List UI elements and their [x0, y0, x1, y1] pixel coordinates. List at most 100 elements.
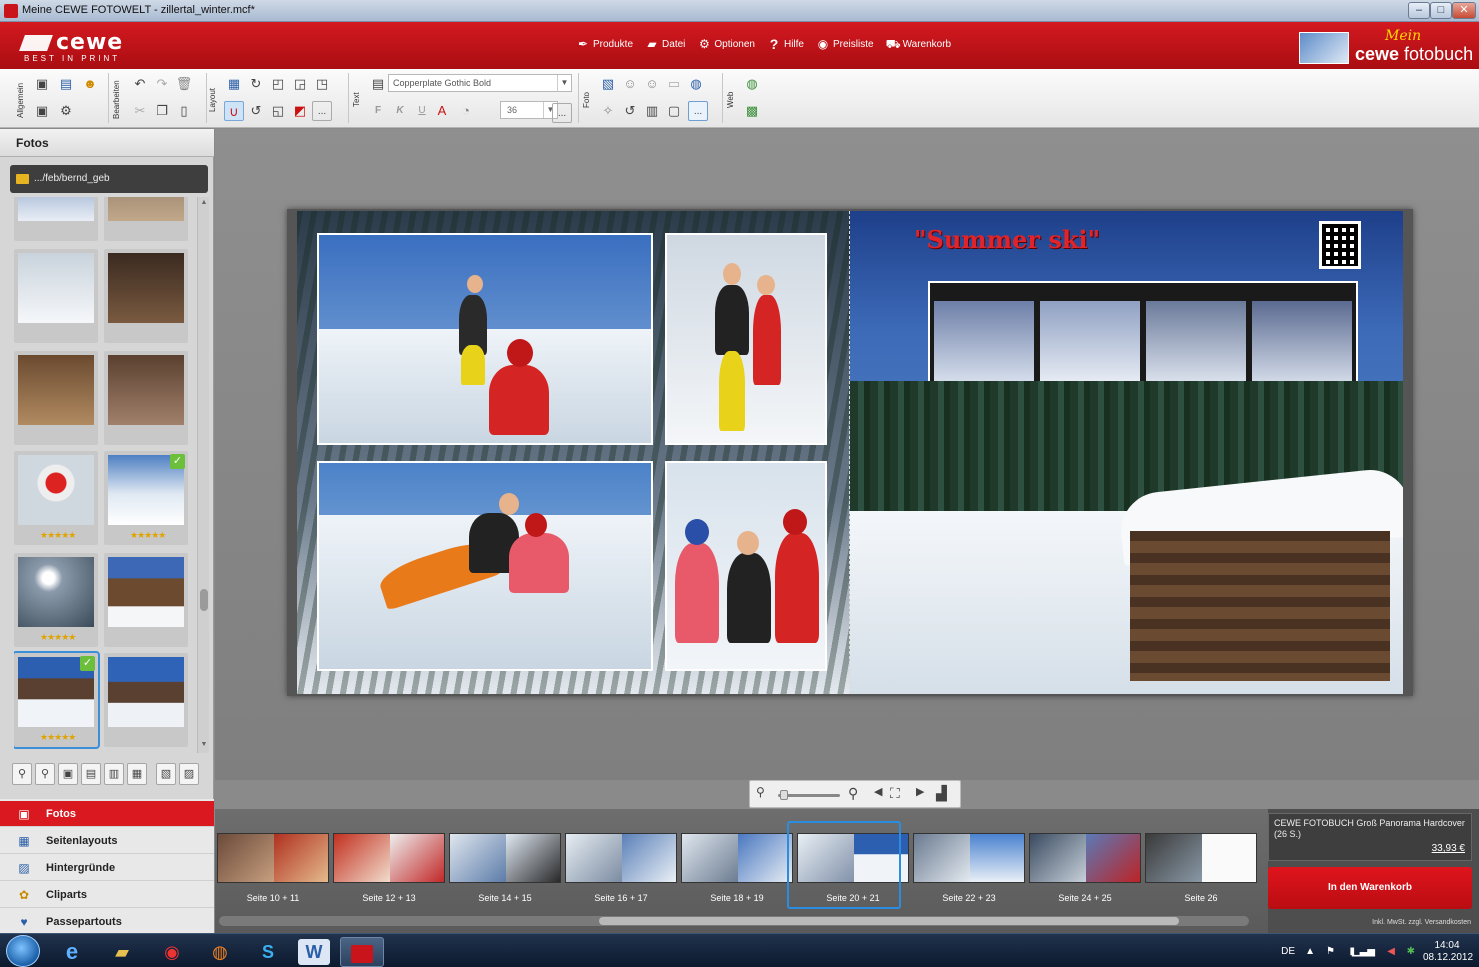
photo-thumbnail[interactable]	[104, 553, 188, 647]
menu-preisliste[interactable]: ◉ Preisliste	[816, 38, 874, 50]
settings-icon[interactable]: ⚙	[56, 101, 76, 121]
show-hidden-icons-icon[interactable]: ▲	[1305, 946, 1315, 957]
photo-frame[interactable]	[317, 461, 653, 671]
spread-thumbnail[interactable]	[217, 833, 329, 883]
more-layout-button[interactable]: ...	[312, 101, 332, 121]
language-indicator[interactable]: DE	[1281, 946, 1295, 957]
red-eye-icon[interactable]: ☺	[642, 74, 662, 94]
scrollbar-thumb[interactable]	[599, 917, 1179, 925]
photo-frame[interactable]	[665, 461, 827, 671]
skype-icon[interactable]: S	[246, 937, 290, 967]
volume-icon[interactable]: ◀	[1387, 946, 1395, 957]
photo-thumbnail[interactable]	[104, 653, 188, 747]
previous-page-icon[interactable]: ◀	[874, 785, 882, 798]
clock[interactable]: 14:04 08.12.2012	[1423, 940, 1473, 964]
paste-icon[interactable]: ▯	[174, 101, 194, 121]
add-to-cart-button[interactable]: In den Warenkorb	[1268, 867, 1472, 909]
user-icon[interactable]: ☻	[80, 74, 100, 94]
copy-icon[interactable]: ❐	[152, 101, 172, 121]
fullscreen-icon[interactable]: ⛶	[890, 785, 900, 802]
firefox-icon[interactable]: ◍	[198, 937, 242, 967]
photo-thumbnail[interactable]: ★★★★★	[14, 553, 98, 647]
remove-frame-icon[interactable]: ◩	[290, 101, 310, 121]
network-icon[interactable]: ▁▃▅	[1352, 946, 1375, 957]
next-page-icon[interactable]: ▶	[916, 785, 924, 798]
scroll-up-icon[interactable]: ▲	[198, 199, 210, 209]
chrome-icon[interactable]: ◉	[150, 937, 194, 967]
file-explorer-icon[interactable]: ▰	[100, 937, 144, 967]
photo-frame[interactable]	[665, 233, 827, 445]
zoom-in-icon[interactable]: ⚲	[848, 785, 858, 802]
photo-icon[interactable]: ▧	[598, 74, 618, 94]
font-color-icon[interactable]: A	[432, 101, 452, 121]
menu-datei[interactable]: ▰ Datei	[645, 38, 685, 50]
page-view-icon[interactable]: ▟	[936, 785, 947, 802]
undo-icon[interactable]: ↶	[130, 74, 150, 94]
more-text-button[interactable]: ...	[552, 103, 572, 123]
arrange-icon[interactable]: ◲	[290, 74, 310, 94]
photo-thumbnail[interactable]	[14, 249, 98, 343]
photo-thumbnail[interactable]: ✓ ★★★★★	[104, 451, 188, 545]
view-detail-icon[interactable]: ▥	[104, 763, 124, 785]
maximize-button[interactable]: □	[1430, 2, 1452, 19]
photo-thumbnail[interactable]	[104, 351, 188, 445]
thumbnail-scrollbar[interactable]: ▲ ▼	[197, 197, 209, 753]
bold-button[interactable]: F	[368, 101, 388, 121]
new-project-icon[interactable]: ▤	[56, 74, 76, 94]
font-size-select[interactable]: 36 ▼	[500, 101, 558, 119]
category-hintergruende[interactable]: ▨ Hintergründe	[0, 855, 214, 881]
view-grid-icon[interactable]: ▦	[127, 763, 147, 785]
spread-thumbnail[interactable]	[1029, 833, 1141, 883]
photo-thumbnail[interactable]	[104, 249, 188, 343]
spread-thumbnail[interactable]	[913, 833, 1025, 883]
editor-canvas[interactable]: "Summer ski" ⚲ ⚲ ◀ ⛶ ▶ ▟	[215, 129, 1479, 808]
page-title[interactable]: "Summer ski"	[914, 225, 1100, 254]
menu-produkte[interactable]: ✒ Produkte	[576, 38, 633, 50]
grid-icon[interactable]: ▦	[224, 74, 244, 94]
text-effects-icon[interactable]: ◔	[456, 101, 476, 121]
align-icon[interactable]: ◳	[312, 74, 332, 94]
rotate-photo-icon[interactable]: ↺	[620, 101, 640, 121]
product-price[interactable]: 33,93 €	[1432, 843, 1465, 854]
rotate-icon[interactable]: ↻	[246, 74, 266, 94]
print-icon[interactable]: ▭	[664, 74, 684, 94]
scroll-down-icon[interactable]: ▼	[198, 741, 210, 751]
delete-icon[interactable]: 🗑	[174, 74, 194, 94]
border-icon[interactable]: ▢	[664, 101, 684, 121]
import-photos-icon[interactable]: ▨	[179, 763, 199, 785]
view-list-icon[interactable]: ▤	[81, 763, 101, 785]
frame-icon[interactable]: ▥	[642, 101, 662, 121]
redo-icon[interactable]: ↷	[152, 74, 172, 94]
save-as-icon[interactable]: ▣	[32, 101, 52, 121]
photo-thumbnail[interactable]	[14, 197, 98, 241]
cut-icon[interactable]: ✂	[130, 101, 150, 121]
enhance-icon[interactable]: ✧	[598, 101, 618, 121]
globe-icon[interactable]: ◍	[686, 74, 706, 94]
photo-thumbnail[interactable]: ★★★★★	[14, 451, 98, 545]
book-spread[interactable]: "Summer ski"	[287, 209, 1413, 696]
start-button[interactable]	[6, 935, 40, 967]
scrollbar-thumb[interactable]	[200, 589, 208, 611]
menu-optionen[interactable]: ⚙ Optionen	[697, 38, 755, 50]
menu-hilfe[interactable]: ? Hilfe	[767, 37, 804, 51]
more-photo-button[interactable]: ...	[688, 101, 708, 121]
send-back-icon[interactable]: ◱	[268, 101, 288, 121]
flag-icon[interactable]: ⚑	[1326, 946, 1335, 957]
spread-thumbnail[interactable]	[1145, 833, 1257, 883]
category-fotos[interactable]: ▣ Fotos	[0, 801, 214, 827]
spread-thumbnail[interactable]	[449, 833, 561, 883]
spread-thumbnail[interactable]	[565, 833, 677, 883]
right-page[interactable]: "Summer ski"	[850, 211, 1403, 694]
category-seitenlayouts[interactable]: ▦ Seitenlayouts	[0, 828, 214, 854]
internet-explorer-icon[interactable]: e	[50, 937, 94, 967]
zoom-slider-thumb[interactable]	[780, 790, 788, 800]
text-box-icon[interactable]: ▤	[368, 74, 388, 94]
left-page[interactable]	[297, 211, 850, 694]
minimize-button[interactable]: –	[1408, 2, 1430, 19]
italic-button[interactable]: K	[390, 101, 410, 121]
tray-app-icon[interactable]: ✱	[1407, 946, 1415, 957]
spread-thumbnail[interactable]	[333, 833, 445, 883]
save-icon[interactable]: ▣	[32, 74, 52, 94]
view-single-icon[interactable]: ▣	[58, 763, 78, 785]
category-cliparts[interactable]: ✿ Cliparts	[0, 882, 214, 908]
